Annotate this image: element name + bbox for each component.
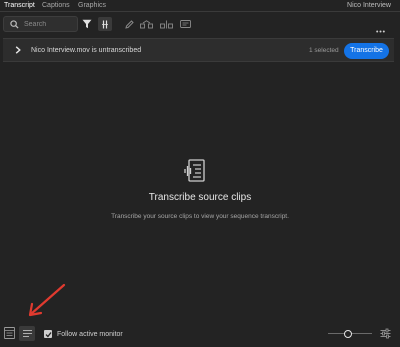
zoom-slider-thumb[interactable]: [343, 330, 352, 338]
toggle-panel-button[interactable]: [4, 326, 15, 344]
empty-state-title: Transcribe source clips: [148, 192, 252, 203]
search-field[interactable]: [3, 16, 78, 32]
chevron-right-icon[interactable]: [15, 46, 21, 54]
search-input[interactable]: [24, 18, 76, 30]
follow-monitor-label: Follow active monitor: [57, 331, 123, 338]
split-icon: [160, 20, 173, 28]
more-icon: [376, 30, 385, 33]
filter-icon: [82, 19, 92, 29]
annotation-arrow-icon: [28, 283, 66, 317]
split-button[interactable]: [160, 17, 173, 31]
search-icon: [10, 20, 19, 29]
merge-icon: [140, 19, 153, 28]
tab-transcript[interactable]: Transcript: [3, 1, 36, 12]
edit-icon: [124, 19, 134, 29]
align-icon: [102, 20, 108, 28]
captions-button[interactable]: [179, 17, 191, 31]
empty-state-subtitle: Transcribe your source clips to view you…: [111, 213, 289, 220]
tab-captions[interactable]: Captions: [42, 1, 70, 10]
more-button[interactable]: [376, 20, 385, 38]
edit-button[interactable]: [124, 17, 134, 31]
filter-button[interactable]: [81, 17, 93, 31]
align-button[interactable]: [98, 17, 112, 31]
transcribe-button[interactable]: Transcribe: [344, 43, 389, 59]
speaker-labels-icon: [22, 330, 32, 337]
selected-count: 1 selected: [309, 47, 339, 54]
clip-status-text: Nico Interview.mov is untranscribed: [31, 47, 142, 54]
checkmark-icon: [45, 331, 52, 337]
panel-title: Nico Interview: [347, 2, 391, 9]
transcript-icon: [184, 159, 205, 182]
tab-graphics[interactable]: Graphics: [78, 1, 106, 10]
tab-divider: [0, 11, 400, 12]
follow-monitor-checkbox[interactable]: [44, 330, 52, 338]
captions-icon: [179, 20, 191, 28]
speaker-labels-button[interactable]: [19, 326, 35, 341]
panel-layout-icon: [4, 327, 15, 339]
merge-button[interactable]: [140, 17, 153, 31]
sliders-settings-icon[interactable]: [380, 328, 391, 339]
untranscribed-banner: Nico Interview.mov is untranscribed 1 se…: [3, 38, 394, 62]
